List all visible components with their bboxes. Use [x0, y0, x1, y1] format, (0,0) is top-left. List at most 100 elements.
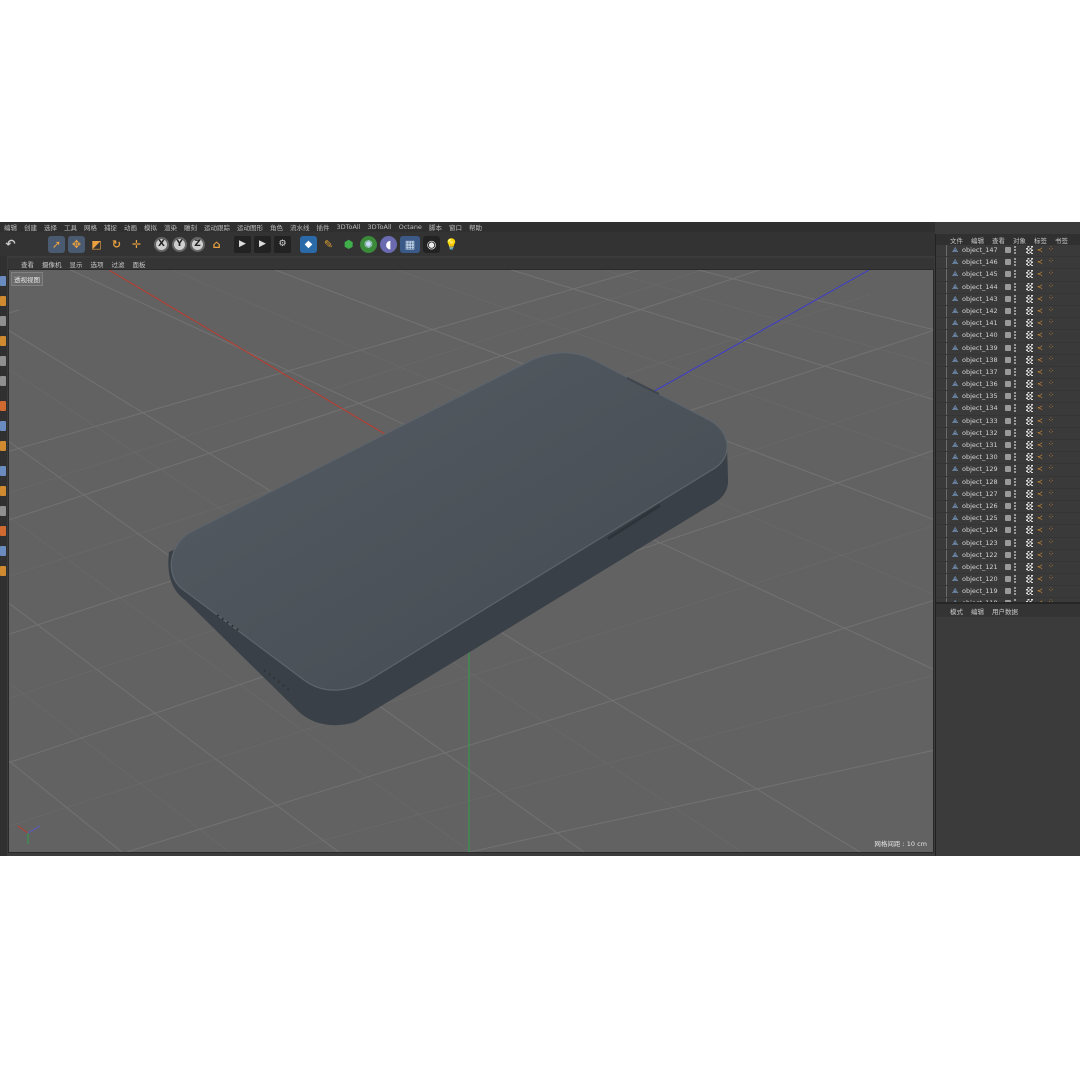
attributes-menu-item[interactable]: 编辑 [971, 606, 984, 616]
layer-toggle-icon[interactable] [1005, 478, 1011, 485]
layer-toggle-icon[interactable] [1005, 576, 1011, 583]
object-row[interactable]: ⟁ object_126 ≺ ⁘ [936, 500, 1080, 514]
phong-tag-icon[interactable]: ≺ [1037, 417, 1043, 425]
phong-tag-icon[interactable]: ≺ [1037, 539, 1043, 547]
pen-icon[interactable]: ✎ [320, 236, 337, 253]
object-row[interactable]: ⟁ object_131 ≺ ⁘ [936, 440, 1080, 453]
layer-toggle-icon[interactable] [1005, 332, 1011, 339]
viewport-menu-item[interactable]: 摄像机 [42, 259, 62, 269]
phong-tag-icon[interactable]: ≺ [1037, 283, 1043, 291]
object-row[interactable]: ⟁ object_128 ≺ ⁘ [936, 476, 1080, 489]
phong-tag-icon[interactable]: ≺ [1037, 478, 1043, 486]
visibility-dots-icon[interactable] [1014, 282, 1018, 291]
material-tag-icon[interactable] [1026, 331, 1033, 340]
material-tag-icon[interactable] [1026, 526, 1033, 535]
menu-item[interactable]: 运动图形 [237, 222, 263, 232]
y-axis-icon[interactable]: Y [172, 236, 187, 252]
menu-item[interactable]: 网格 [84, 222, 97, 232]
layer-toggle-icon[interactable] [1005, 344, 1011, 351]
layer-toggle-icon[interactable] [1005, 429, 1011, 436]
texture-tag-icon[interactable]: ⁘ [1048, 257, 1054, 266]
visibility-dots-icon[interactable] [1014, 416, 1018, 425]
phong-tag-icon[interactable]: ≺ [1037, 551, 1043, 559]
undo-icon[interactable]: ↶ [2, 236, 19, 253]
texture-tag-icon[interactable]: ⁘ [1048, 562, 1054, 571]
object-row[interactable]: ⟁ object_129 ≺ ⁘ [936, 464, 1080, 477]
material-tag-icon[interactable] [1026, 441, 1033, 449]
layer-toggle-icon[interactable] [1005, 551, 1011, 558]
object-row[interactable]: ⟁ object_139 ≺ ⁘ [936, 342, 1080, 355]
visibility-dots-icon[interactable] [1014, 465, 1018, 474]
texture-tag-icon[interactable]: ⁘ [1048, 343, 1054, 352]
object-row[interactable]: ⟁ object_136 ≺ ⁘ [936, 379, 1080, 392]
visibility-dots-icon[interactable] [1014, 294, 1018, 303]
visibility-dots-icon[interactable] [1014, 331, 1018, 340]
menu-item[interactable]: 雕刻 [184, 222, 197, 232]
phong-tag-icon[interactable]: ≺ [1037, 307, 1043, 315]
menu-item[interactable]: 3DToAll [337, 223, 361, 231]
texture-tag-icon[interactable]: ⁘ [1048, 403, 1054, 412]
array-icon[interactable]: ✺ [360, 235, 377, 253]
tool-strip-icon[interactable] [0, 296, 6, 306]
object-row[interactable]: ⟁ object_145 ≺ ⁘ [936, 269, 1080, 282]
layer-toggle-icon[interactable] [1005, 271, 1011, 278]
menu-item[interactable]: 捕捉 [104, 222, 117, 232]
menu-item[interactable]: 工具 [64, 222, 77, 232]
phong-tag-icon[interactable]: ≺ [1037, 441, 1043, 449]
render-active-icon[interactable]: ▶ [254, 235, 271, 253]
layer-toggle-icon[interactable] [1005, 466, 1011, 473]
tool-strip-icon[interactable] [0, 356, 6, 366]
viewport-menu-item[interactable]: 查看 [21, 259, 34, 269]
visibility-dots-icon[interactable] [1014, 526, 1018, 535]
object-row[interactable]: ⟁ object_124 ≺ ⁘ [936, 525, 1080, 538]
phong-tag-icon[interactable]: ≺ [1037, 404, 1043, 412]
texture-tag-icon[interactable]: ⁘ [1048, 452, 1054, 461]
visibility-dots-icon[interactable] [1014, 343, 1018, 352]
redo-icon[interactable] [22, 236, 39, 253]
texture-tag-icon[interactable]: ⁘ [1048, 282, 1054, 291]
texture-tag-icon[interactable]: ⁘ [1048, 416, 1054, 425]
render-settings-icon[interactable]: ⚙ [274, 235, 291, 253]
phong-tag-icon[interactable]: ≺ [1037, 392, 1043, 400]
menu-item[interactable]: 编辑 [4, 222, 17, 232]
tool-strip-icon[interactable] [0, 566, 6, 576]
visibility-dots-icon[interactable] [1014, 246, 1018, 254]
texture-tag-icon[interactable]: ⁘ [1048, 355, 1054, 364]
material-tag-icon[interactable] [1026, 562, 1033, 571]
material-tag-icon[interactable] [1026, 501, 1033, 510]
phong-tag-icon[interactable]: ≺ [1037, 356, 1043, 364]
visibility-dots-icon[interactable] [1014, 453, 1018, 462]
layer-toggle-icon[interactable] [1005, 502, 1011, 509]
material-tag-icon[interactable] [1026, 319, 1033, 328]
object-row[interactable]: ⟁ object_144 ≺ ⁘ [936, 281, 1080, 294]
material-tag-icon[interactable] [1026, 538, 1033, 547]
phong-tag-icon[interactable]: ≺ [1037, 575, 1043, 583]
material-tag-icon[interactable] [1026, 343, 1033, 352]
object-row[interactable]: ⟁ object_133 ≺ ⁘ [936, 415, 1080, 428]
layer-toggle-icon[interactable] [1005, 405, 1011, 412]
phong-tag-icon[interactable]: ≺ [1037, 490, 1043, 498]
tool-strip-icon[interactable] [0, 466, 6, 476]
layer-toggle-icon[interactable] [1005, 381, 1011, 388]
material-tag-icon[interactable] [1026, 270, 1033, 279]
material-tag-icon[interactable] [1026, 428, 1033, 437]
object-row[interactable]: ⟁ object_141 ≺ ⁘ [936, 318, 1080, 331]
visibility-dots-icon[interactable] [1014, 538, 1018, 547]
layer-toggle-icon[interactable] [1005, 539, 1011, 546]
material-tag-icon[interactable] [1026, 282, 1033, 291]
tool-strip-icon[interactable] [0, 316, 6, 326]
light-icon[interactable]: 💡 [443, 236, 460, 253]
object-row[interactable]: ⟁ object_146 ≺ ⁘ [936, 257, 1080, 270]
material-tag-icon[interactable] [1026, 367, 1033, 376]
layer-toggle-icon[interactable] [1005, 454, 1011, 461]
visibility-dots-icon[interactable] [1014, 562, 1018, 571]
menu-item[interactable]: 模拟 [144, 222, 157, 232]
camera-icon[interactable]: ◉ [423, 235, 440, 253]
tool-strip-icon[interactable] [0, 276, 6, 286]
select-arrow-icon[interactable]: ➚ [48, 235, 65, 253]
menu-item[interactable]: 动画 [124, 222, 137, 232]
attributes-menu-item[interactable]: 模式 [950, 606, 963, 616]
material-tag-icon[interactable] [1026, 587, 1033, 596]
phong-tag-icon[interactable]: ≺ [1037, 429, 1043, 437]
visibility-dots-icon[interactable] [1014, 380, 1018, 389]
